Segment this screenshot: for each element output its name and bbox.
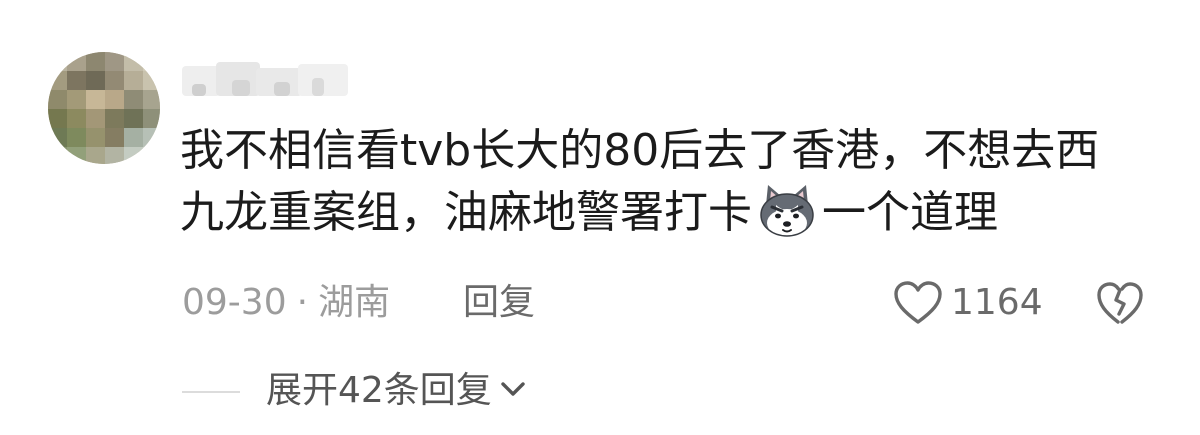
comment-line-2-part-1: 九龙重案组，油麻地警署打卡 [180, 187, 752, 238]
comment-text: 我不相信看tvb长大的80后去了香港，不想去西 九龙重案组，油麻地警署打卡 一个… [180, 120, 1140, 244]
like-count: 1164 [951, 282, 1043, 323]
meta-separator: · [296, 282, 309, 323]
comment-location: 湖南 [318, 282, 391, 323]
comment-meta: 09-30 · 湖南 [182, 281, 390, 325]
expand-replies-button[interactable]: 展开42条回复 [266, 368, 528, 414]
expand-replies-label: 展开42条回复 [266, 370, 492, 411]
heart-outline-icon [893, 280, 943, 326]
chevron-down-icon [498, 378, 528, 404]
comment-line-2: 九龙重案组，油麻地警署打卡 一个道理 [180, 182, 1140, 244]
avatar[interactable] [48, 52, 160, 164]
like-button[interactable]: 1164 [893, 278, 1043, 328]
reply-button[interactable]: 回复 [463, 281, 535, 325]
comment-date: 09-30 [182, 282, 287, 323]
replies-divider [182, 391, 240, 393]
comment-line-2-part-2: 一个道理 [822, 187, 998, 238]
username-blurred[interactable] [182, 58, 352, 100]
dislike-button[interactable] [1095, 278, 1145, 328]
broken-heart-icon [1095, 282, 1145, 332]
husky-dog-emoji-icon [754, 183, 820, 239]
comment-line-1: 我不相信看tvb长大的80后去了香港，不想去西 [180, 125, 1100, 176]
